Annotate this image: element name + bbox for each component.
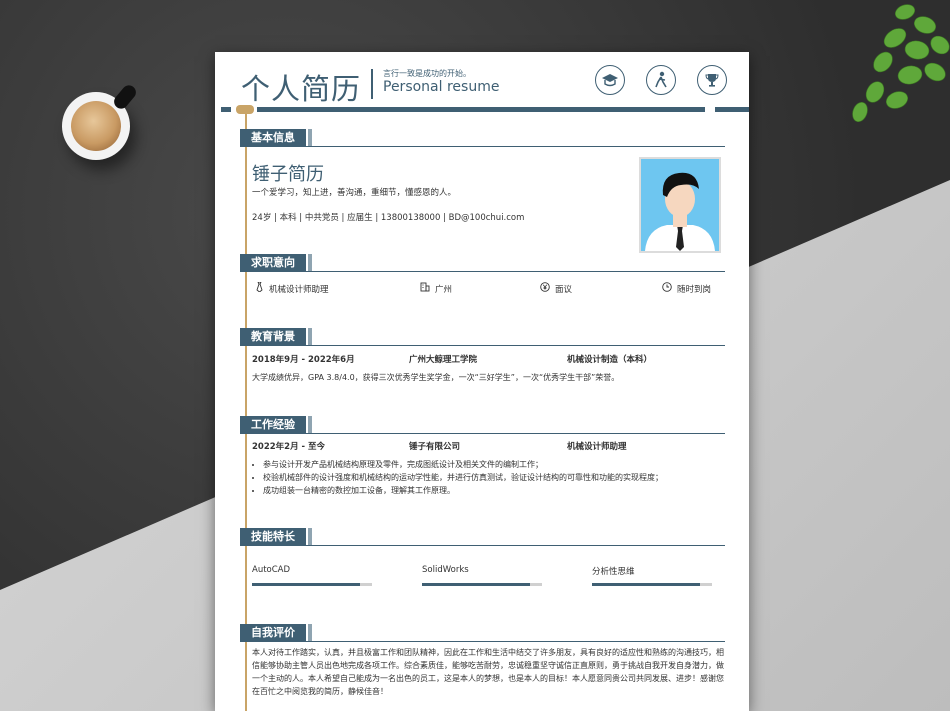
skill-name: SolidWorks [422, 565, 469, 575]
intent-position: 机械设计师助理 [255, 281, 329, 295]
section-rule [240, 146, 725, 147]
skill-bar [422, 583, 542, 586]
graduation-cap-icon [595, 65, 625, 95]
timeline-marker [236, 105, 254, 114]
resume-title: 个人简历 [241, 72, 362, 106]
candidate-name: 锤子简历 [252, 164, 324, 185]
candidate-motto: 一个爱学习，知上进，善沟通，重细节，懂感恩的人。 [252, 188, 457, 198]
section-title: 求职意向 [240, 254, 312, 271]
section-rule [240, 271, 725, 272]
coffee-surface [71, 101, 121, 151]
intent-salary: 面议 [540, 282, 572, 295]
skill-bar-fill [252, 583, 360, 586]
header-separator [371, 69, 373, 99]
section-title: 基本信息 [240, 129, 312, 146]
skill-bar [252, 583, 372, 586]
list-item: 校验机械部件的设计强度和机械结构的运动学性能，并进行仿真测试，验证设计结构的可靠… [263, 471, 663, 484]
skill-name: 分析性思维 [592, 567, 635, 577]
resume-subtitle-en: Personal resume [383, 79, 500, 95]
work-company: 锤子有限公司 [409, 442, 461, 452]
skill-bar-fill [592, 583, 700, 586]
skill-name: AutoCAD [252, 565, 291, 575]
skill-bar [592, 583, 712, 586]
yen-coin-icon [540, 282, 550, 295]
work-period: 2022年2月 - 至今 [252, 442, 326, 452]
coffee-cup-decoration [62, 82, 139, 160]
work-role: 机械设计师助理 [567, 442, 627, 452]
section-title: 技能特长 [240, 528, 312, 545]
section-title: 工作经验 [240, 416, 312, 433]
self-evaluation-text: 本人对待工作踏实，认真，并且极富工作和团队精神，因此在工作和生活中结交了许多朋友… [252, 648, 724, 696]
intent-city: 广州 [420, 282, 452, 295]
tie-icon [255, 281, 264, 295]
plant-decoration [852, 4, 950, 122]
section-rule [240, 641, 725, 642]
clock-icon [662, 282, 672, 295]
list-item: 成功组装一台精密的数控加工设备，理解其工作原理。 [263, 484, 663, 497]
section-title: 自我评价 [240, 624, 312, 641]
intent-salary-value: 面议 [555, 284, 573, 295]
education-school: 广州大鲸理工学院 [409, 355, 478, 365]
list-item: 参与设计开发产品机械结构原理及零件，完成图纸设计及相关文件的编制工作； [263, 458, 663, 471]
person-icon [646, 65, 676, 95]
resume-slogan: 言行一致是成功的开始。 [383, 69, 471, 78]
section-rule [240, 345, 725, 346]
rule-gap [215, 105, 221, 114]
building-icon [420, 282, 430, 295]
section-rule [240, 433, 725, 434]
skill-bar-fill [422, 583, 530, 586]
education-detail: 大学成绩优异，GPA 3.8/4.0，获得三次优秀学生奖学金，一次“三好学生”，… [252, 373, 620, 382]
candidate-meta: 24岁 | 本科 | 中共党员 | 应届生 | 13800138000 | BD… [252, 213, 525, 223]
resume-paper: 个人简历 言行一致是成功的开始。 Personal resume 基本信息 锤子… [215, 52, 749, 711]
intent-position-value: 机械设计师助理 [269, 284, 329, 295]
work-duties: 参与设计开发产品机械结构原理及零件，完成图纸设计及相关文件的编制工作； 校验机械… [249, 458, 663, 497]
avatar-illustration [641, 159, 719, 251]
section-title: 教育背景 [240, 328, 312, 345]
intent-city-value: 广州 [435, 284, 453, 295]
education-period: 2018年9月 - 2022年6月 [252, 355, 355, 365]
intent-availability-value: 随时到岗 [677, 284, 712, 295]
header-rule [215, 105, 749, 114]
trophy-icon [697, 65, 727, 95]
intent-availability: 随时到岗 [662, 282, 711, 295]
rule-gap [705, 105, 715, 114]
section-rule [240, 545, 725, 546]
education-major: 机械设计制造（本科） [567, 355, 653, 365]
profile-photo [639, 157, 721, 253]
timeline-line [245, 114, 247, 711]
